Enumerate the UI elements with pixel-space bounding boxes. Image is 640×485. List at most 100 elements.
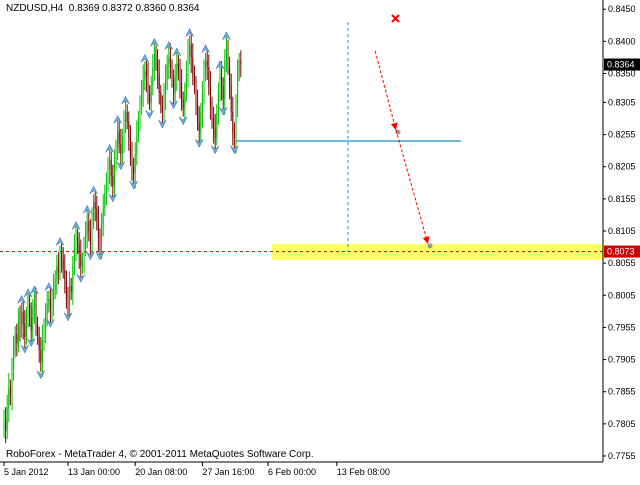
candle-body: [177, 63, 179, 71]
candle-body: [48, 298, 50, 305]
candle-body: [41, 340, 43, 363]
candle-body: [171, 67, 173, 80]
candle-body: [187, 54, 189, 74]
candle-body: [155, 54, 157, 61]
candle-body: [153, 54, 155, 68]
candle-body: [145, 70, 147, 77]
candle-body: [157, 60, 159, 74]
candle-body: [109, 160, 111, 170]
candle-body: [217, 92, 219, 113]
candle-body: [147, 76, 149, 93]
candle-body: [224, 60, 226, 100]
price-chart[interactable]: 0.84500.84000.83500.83050.82550.82050.81…: [0, 0, 640, 480]
candle-body: [110, 160, 112, 177]
candle-body: [21, 311, 23, 328]
candle-body: [70, 285, 72, 293]
candle-body: [131, 157, 133, 167]
candle-body: [225, 47, 227, 61]
y-tick-label: 0.8305: [608, 97, 636, 107]
candle-body: [179, 70, 181, 84]
x-tick-label: 5 Jan 2012: [4, 467, 49, 477]
candle-body: [233, 131, 235, 138]
candle-body: [209, 86, 211, 106]
candle-body: [8, 388, 10, 408]
y-tick-label: 0.8105: [608, 226, 636, 236]
chart-window[interactable]: 0.8450 0.8400 0.8350 0.8305 0.8255 0.8205 0.81…: [0, 0, 640, 480]
candle-body: [205, 60, 207, 74]
candle-body: [134, 153, 136, 174]
candle-body: [27, 304, 29, 315]
candle-body: [163, 96, 165, 113]
candle-body: [181, 83, 183, 100]
candle-body: [6, 407, 8, 431]
candle-body: [29, 304, 31, 318]
candle-body: [49, 298, 51, 312]
candle-body: [136, 134, 138, 154]
candle-body: [229, 67, 231, 87]
candle-body: [115, 147, 117, 164]
candle-body: [56, 266, 58, 280]
candle-body: [190, 44, 192, 58]
candle-body: [133, 166, 135, 174]
target-price-label: 0.8073: [607, 247, 635, 257]
y-tick-label: 0.8205: [608, 162, 636, 172]
candle-body: [46, 304, 48, 315]
candle-body: [182, 99, 184, 109]
x-tick-label: 20 Jan 08:00: [135, 467, 187, 477]
candle-body: [208, 67, 210, 87]
candle-body: [192, 57, 194, 74]
candle-body: [189, 44, 191, 55]
candle-body: [91, 221, 93, 244]
candle-body: [38, 337, 40, 350]
candle-body: [150, 86, 152, 103]
candle-body: [213, 118, 215, 129]
candle-body: [128, 121, 130, 138]
candle-body: [107, 169, 109, 183]
candle-body: [54, 279, 56, 289]
y-tick-label: 0.7905: [608, 355, 636, 365]
candle-body: [195, 86, 197, 103]
candle-body: [240, 60, 242, 65]
candle-body: [3, 417, 5, 431]
candle-body: [112, 176, 114, 186]
candle-body: [185, 73, 187, 93]
y-tick-label: 0.8255: [608, 130, 636, 140]
candle-body: [216, 112, 218, 138]
y-tick-label: 0.8005: [608, 290, 636, 300]
y-tick-label: 0.7805: [608, 419, 636, 429]
candle-body: [129, 137, 131, 158]
candle-body: [14, 333, 16, 350]
y-tick-label: 0.7855: [608, 387, 636, 397]
candle-body: [69, 285, 71, 305]
candle-body: [232, 112, 234, 132]
candle-body: [80, 253, 82, 267]
candle-body: [118, 131, 120, 145]
candle-body: [77, 237, 79, 244]
candle-body: [166, 63, 168, 80]
x-tick-label: 13 Jan 00:00: [68, 467, 120, 477]
candle-body: [203, 73, 205, 93]
copyright-footer: RoboForex - MetaTrader 4, © 2001-2011 Me…: [6, 449, 314, 460]
candle-body: [211, 105, 213, 119]
candle-body: [201, 92, 203, 113]
candle-body: [193, 73, 195, 87]
candle-body: [173, 79, 175, 93]
candle-body: [86, 221, 88, 235]
candle-body: [197, 102, 199, 122]
candle-body: [19, 321, 21, 328]
current-price-label: 0.8364: [607, 60, 635, 70]
candle-body: [237, 73, 239, 106]
candle-body: [25, 314, 27, 338]
candle-body: [200, 112, 202, 132]
candle-body: [113, 163, 115, 186]
candle-body: [53, 288, 55, 302]
x-tick-label: 13 Feb 08:00: [337, 467, 390, 477]
y-tick-label: 0.8450: [608, 4, 636, 14]
candle-body: [5, 417, 7, 431]
candle-body: [57, 266, 59, 273]
candle-body: [221, 76, 223, 87]
y-tick-label: 0.7955: [608, 322, 636, 332]
candle-body: [206, 60, 208, 68]
candle-body: [160, 92, 162, 106]
candle-body: [126, 112, 128, 122]
